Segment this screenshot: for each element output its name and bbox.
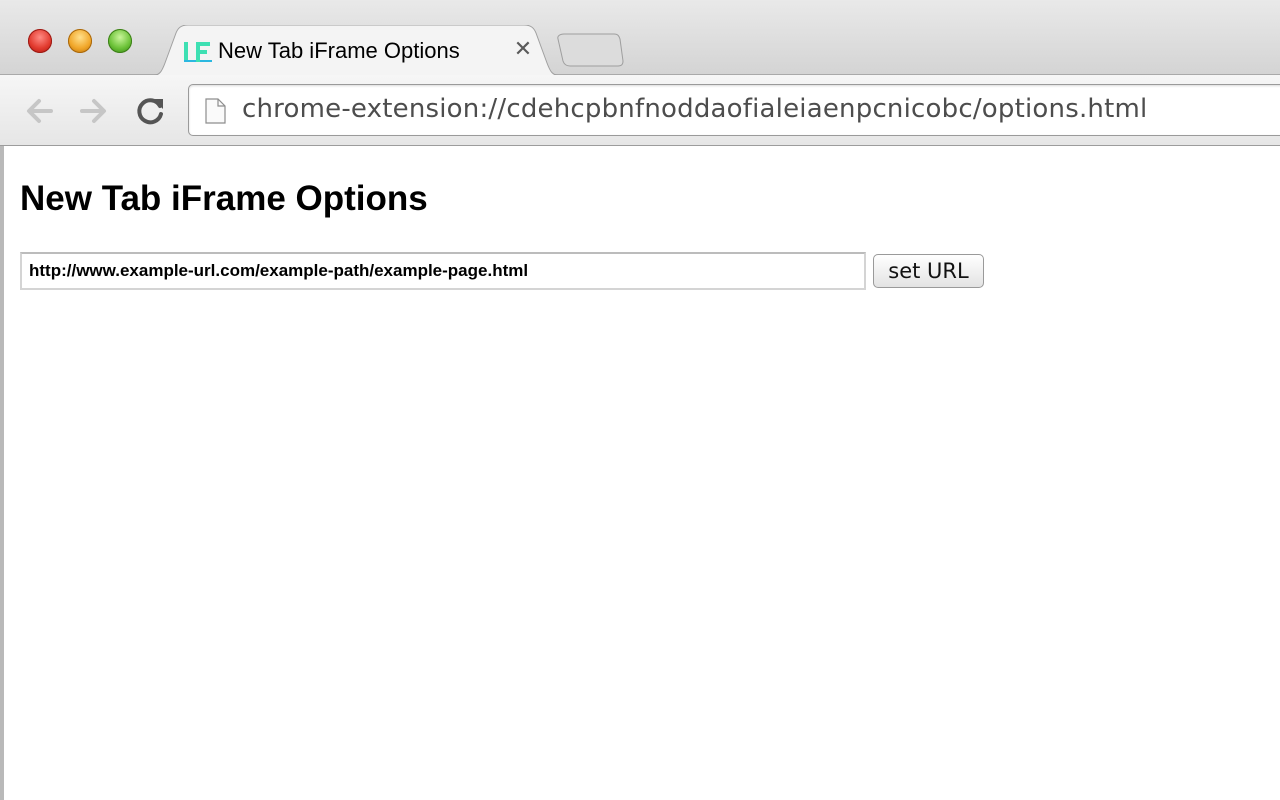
- page-icon: [205, 98, 226, 124]
- new-tab-button[interactable]: [556, 33, 624, 67]
- address-bar[interactable]: chrome-extension://cdehcpbnfnoddaofialei…: [188, 84, 1280, 136]
- favicon-icon: [184, 42, 212, 62]
- url-input[interactable]: [20, 252, 866, 290]
- forward-button[interactable]: [76, 93, 112, 129]
- close-window-button[interactable]: [28, 29, 52, 53]
- reload-icon: [137, 98, 163, 125]
- browser-toolbar: chrome-extension://cdehcpbnfnoddaofialei…: [0, 75, 1280, 146]
- forward-arrow-icon: [80, 99, 106, 123]
- page-content: New Tab iFrame Options set URL: [4, 147, 1280, 800]
- close-icon[interactable]: ✕: [511, 38, 535, 62]
- set-url-button[interactable]: set URL: [873, 254, 984, 288]
- minimize-window-button[interactable]: [68, 29, 92, 53]
- tab-active[interactable]: New Tab iFrame Options ✕: [150, 25, 562, 76]
- browser-window: New Tab iFrame Options ✕ chrome-extensio…: [0, 0, 1280, 800]
- back-button[interactable]: [21, 93, 57, 129]
- address-url[interactable]: chrome-extension://cdehcpbnfnoddaofialei…: [242, 94, 1147, 124]
- back-arrow-icon: [27, 99, 53, 123]
- tab-strip: New Tab iFrame Options ✕: [0, 0, 1280, 76]
- tab-title: New Tab iFrame Options: [218, 38, 460, 63]
- page-title: New Tab iFrame Options: [20, 179, 428, 218]
- zoom-window-button[interactable]: [108, 29, 132, 53]
- reload-button[interactable]: [133, 93, 169, 129]
